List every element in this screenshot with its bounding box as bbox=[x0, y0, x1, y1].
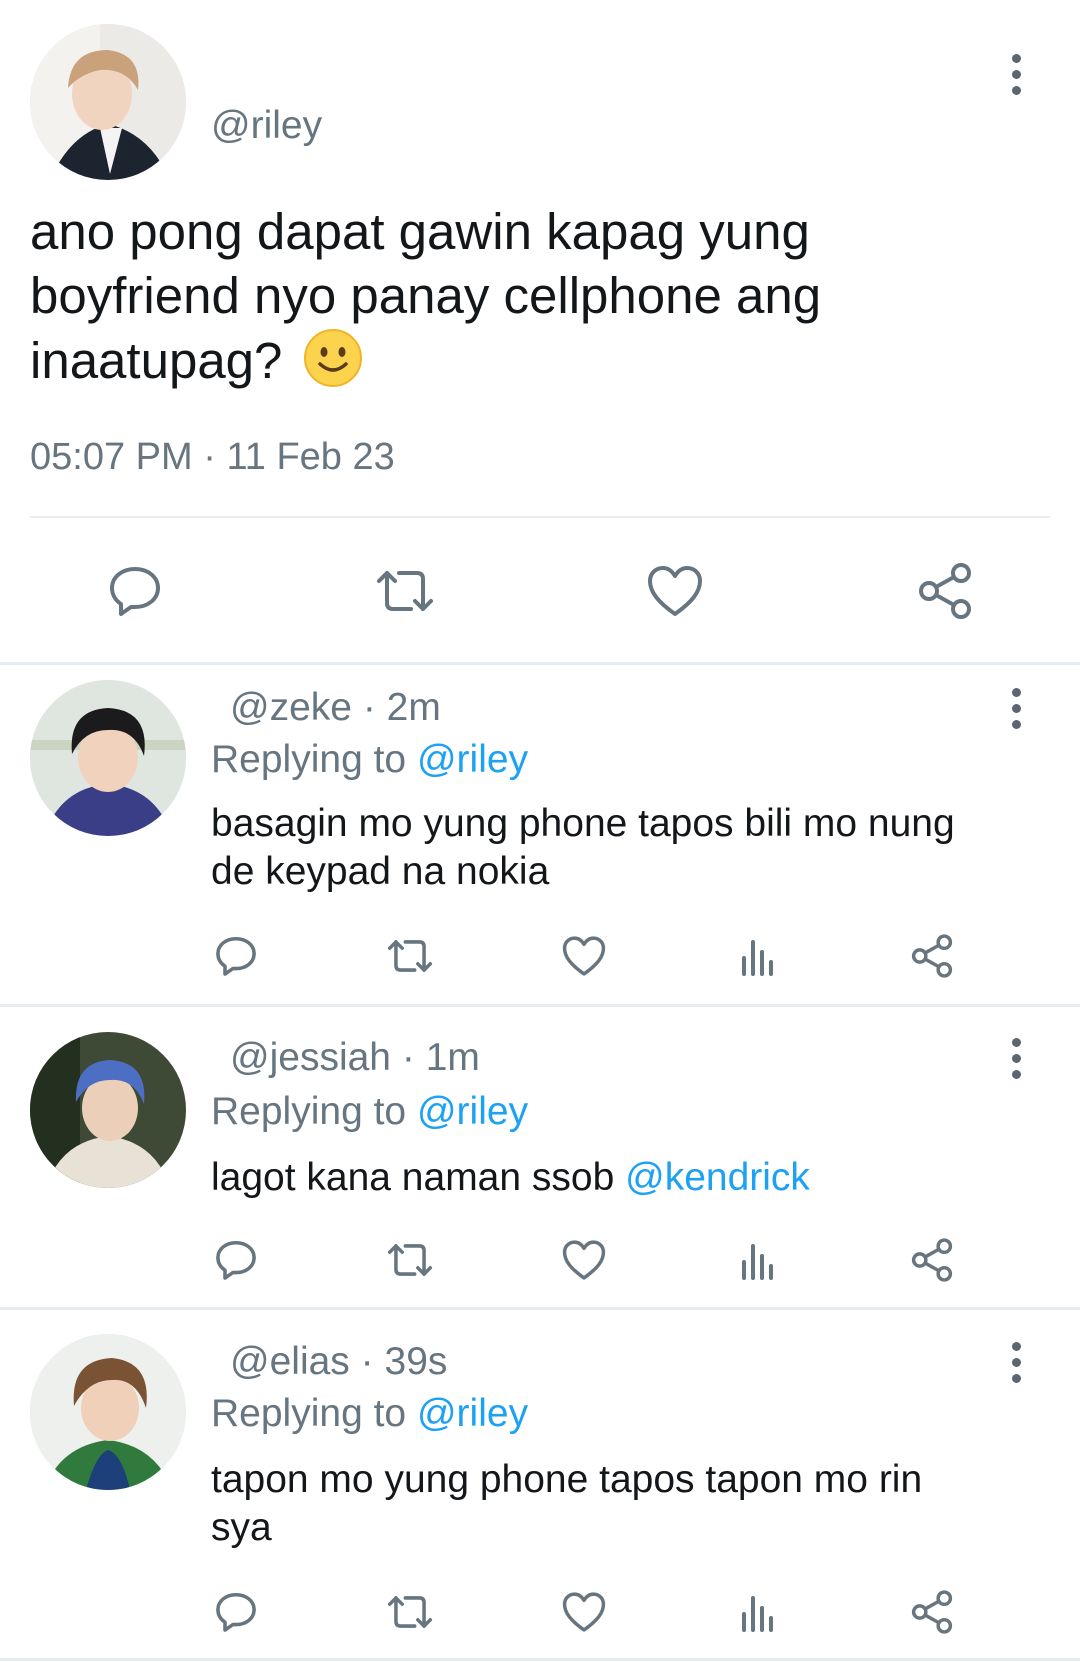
share-icon[interactable] bbox=[906, 1234, 958, 1286]
share-icon[interactable] bbox=[910, 556, 980, 626]
elias-avatar[interactable] bbox=[30, 1334, 186, 1490]
replying-to: Replying to @riley bbox=[211, 738, 529, 781]
reply-header: @zeke · 2m bbox=[230, 686, 441, 729]
reply-icon[interactable] bbox=[210, 930, 262, 982]
more-options-icon[interactable] bbox=[1004, 44, 1028, 104]
more-options-icon[interactable] bbox=[1004, 678, 1028, 738]
mention-link[interactable]: @kendrick bbox=[625, 1156, 810, 1199]
reply-text: tapon mo yung phone tapos tapon mo rin s… bbox=[211, 1458, 923, 1549]
analytics-icon[interactable] bbox=[732, 1234, 784, 1286]
reply-icon[interactable] bbox=[210, 1234, 262, 1286]
reply-header: @elias · 39s bbox=[230, 1340, 448, 1383]
reply-handle[interactable]: @elias bbox=[230, 1340, 350, 1383]
reply-handle[interactable]: @jessiah bbox=[230, 1036, 391, 1079]
like-icon[interactable] bbox=[558, 1586, 610, 1638]
main-tweet-timestamp: 05:07 PM · 11 Feb 23 bbox=[30, 436, 395, 478]
divider bbox=[30, 516, 1050, 518]
reply-age: 39s bbox=[384, 1340, 448, 1383]
like-icon[interactable] bbox=[558, 1234, 610, 1286]
replying-to-link[interactable]: @riley bbox=[417, 738, 528, 781]
replying-to: Replying to @riley bbox=[211, 1392, 529, 1435]
zeke-avatar[interactable] bbox=[30, 680, 186, 836]
divider bbox=[0, 1658, 1080, 1661]
like-icon[interactable] bbox=[558, 930, 610, 982]
reply-text: basagin mo yung phone tapos bili mo nung… bbox=[211, 802, 955, 893]
share-icon[interactable] bbox=[906, 930, 958, 982]
smile-emoji-icon bbox=[303, 328, 363, 388]
retweet-icon[interactable] bbox=[382, 930, 438, 982]
divider bbox=[0, 1004, 1080, 1007]
more-options-icon[interactable] bbox=[1004, 1332, 1028, 1392]
reply-handle[interactable]: @zeke bbox=[230, 686, 352, 729]
retweet-icon[interactable] bbox=[382, 1234, 438, 1286]
reply-text: lagot kana naman ssob @kendrick bbox=[211, 1156, 810, 1199]
reply-age: 1m bbox=[425, 1036, 480, 1079]
like-icon[interactable] bbox=[640, 556, 710, 626]
reply-icon[interactable] bbox=[100, 556, 170, 626]
reply-age: 2m bbox=[386, 686, 441, 729]
replying-to: Replying to @riley bbox=[211, 1090, 529, 1133]
main-tweet-text: ano pong dapat gawin kapag yung boyfrien… bbox=[30, 203, 822, 389]
analytics-icon[interactable] bbox=[732, 930, 784, 982]
riley-avatar[interactable] bbox=[30, 24, 186, 180]
replying-to-link[interactable]: @riley bbox=[417, 1392, 528, 1435]
replying-to-link[interactable]: @riley bbox=[417, 1090, 528, 1133]
retweet-icon[interactable] bbox=[382, 1586, 438, 1638]
share-icon[interactable] bbox=[906, 1586, 958, 1638]
retweet-icon[interactable] bbox=[370, 556, 440, 626]
more-options-icon[interactable] bbox=[1004, 1028, 1028, 1088]
divider bbox=[0, 1307, 1080, 1310]
main-tweet-handle[interactable]: @riley bbox=[211, 104, 322, 148]
analytics-icon[interactable] bbox=[732, 1586, 784, 1638]
jessiah-avatar[interactable] bbox=[30, 1032, 186, 1188]
divider bbox=[0, 662, 1080, 665]
reply-icon[interactable] bbox=[210, 1586, 262, 1638]
reply-header: @jessiah · 1m bbox=[230, 1036, 480, 1079]
